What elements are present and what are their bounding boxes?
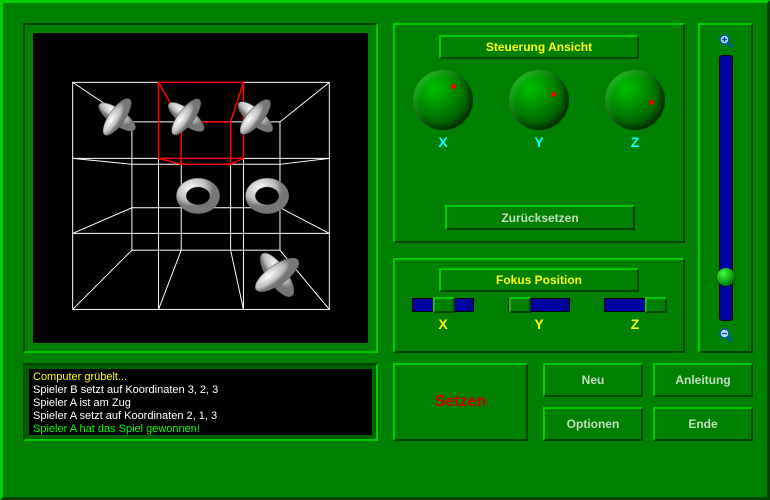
focus-position-title: Fokus Position	[439, 268, 639, 292]
game-log: Computer grübelt...Spieler B setzt auf K…	[29, 369, 372, 435]
log-line: Spieler A setzt auf Koordinaten 2, 1, 3	[33, 410, 368, 423]
place-button[interactable]: Setzen	[393, 363, 528, 441]
dial-label-y: Y	[534, 134, 543, 150]
rotation-dial-x[interactable]	[413, 70, 473, 130]
log-line: Spieler A hat das Spiel gewonnen!	[33, 423, 368, 436]
focus-label-x: X	[438, 316, 447, 332]
log-line: Computer grübelt...	[33, 371, 368, 384]
focus-label-y: Y	[534, 316, 543, 332]
rotation-dial-z[interactable]	[605, 70, 665, 130]
view-control-panel: Steuerung Ansicht X Y Z Zurückset	[393, 23, 685, 243]
magnify-plus-icon[interactable]	[718, 33, 734, 49]
focus-slider-z[interactable]	[604, 298, 666, 312]
quit-button[interactable]: Ende	[653, 407, 753, 441]
magnify-minus-icon[interactable]	[718, 327, 734, 343]
zoom-panel	[698, 23, 753, 353]
instructions-button[interactable]: Anleitung	[653, 363, 753, 397]
zoom-thumb[interactable]	[717, 268, 735, 286]
dial-label-z: Z	[631, 134, 640, 150]
zoom-slider[interactable]	[719, 55, 733, 321]
focus-label-z: Z	[631, 316, 640, 332]
focus-sliders: X Y Z	[395, 298, 683, 332]
dial-label-x: X	[438, 134, 447, 150]
rotation-dials: X Y Z	[395, 70, 683, 150]
rotation-dial-y[interactable]	[509, 70, 569, 130]
options-button[interactable]: Optionen	[543, 407, 643, 441]
focus-slider-x[interactable]	[412, 298, 474, 312]
new-game-button[interactable]: Neu	[543, 363, 643, 397]
focus-position-panel: Fokus Position X Y Z	[393, 258, 685, 353]
game-3d-view[interactable]	[33, 33, 368, 343]
view-control-title: Steuerung Ansicht	[439, 35, 639, 59]
game-3d-view-frame	[23, 23, 378, 353]
reset-view-button[interactable]: Zurücksetzen	[445, 205, 635, 230]
log-line: Spieler B setzt auf Koordinaten 3, 2, 3	[33, 384, 368, 397]
focus-slider-y[interactable]	[508, 298, 570, 312]
log-line: Spieler A ist am Zug	[33, 397, 368, 410]
game-log-frame: Computer grübelt...Spieler B setzt auf K…	[23, 363, 378, 441]
